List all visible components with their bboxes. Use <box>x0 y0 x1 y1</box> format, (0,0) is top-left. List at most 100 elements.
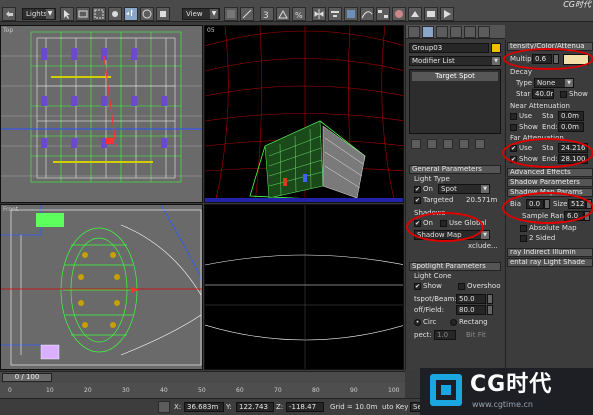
exclude-button[interactable]: xclude... <box>468 242 498 251</box>
pivot-center-icon[interactable] <box>224 7 238 21</box>
timeline-tick: 70 <box>274 387 282 394</box>
near-start-field[interactable]: 0.0m <box>558 111 584 121</box>
window-crossing-icon[interactable] <box>108 7 122 21</box>
modify-tab-icon[interactable] <box>422 26 434 38</box>
select-by-name-icon[interactable] <box>76 7 90 21</box>
quick-render-icon[interactable] <box>440 7 454 21</box>
viewport-front[interactable]: Front <box>0 204 203 370</box>
viewport-top[interactable]: Top <box>0 25 203 203</box>
command-panel: Group03 Modifier List ▼ Target Spot Gener… <box>405 25 505 370</box>
brand-logo-top: CG时代 <box>563 0 591 9</box>
percent-snap-icon[interactable]: % <box>292 7 306 21</box>
falloff-field[interactable]: 80.0 <box>456 305 486 315</box>
viewport-perspective[interactable]: 05 <box>204 25 404 203</box>
viewport-label-perspective[interactable]: 05 <box>207 27 215 34</box>
reference-coordinate-dropdown[interactable]: View ▼ <box>182 8 220 20</box>
rectangle-radio[interactable] <box>450 319 457 326</box>
render-frame-icon[interactable] <box>424 7 438 21</box>
curve-editor-icon[interactable] <box>360 7 374 21</box>
angle-snap-icon[interactable] <box>276 7 290 21</box>
pin-stack-icon[interactable] <box>411 139 421 149</box>
object-color-swatch[interactable] <box>491 43 501 53</box>
z-coord-field[interactable]: -118.47 <box>286 402 324 412</box>
timeline-tick: 100 <box>388 387 400 394</box>
trackbar[interactable]: 0 10 20 30 40 50 60 70 80 90 100 <box>0 383 405 398</box>
falloff-label: off/Field: <box>414 306 444 314</box>
targeted-checkbox[interactable]: ✔ <box>414 197 421 204</box>
decay-type-value: None <box>537 79 556 87</box>
hotspot-spinner[interactable] <box>487 294 493 304</box>
configure-sets-icon[interactable] <box>475 139 485 149</box>
decay-show-checkbox[interactable] <box>560 91 567 98</box>
modifier-list-dropdown[interactable]: Modifier List ▼ <box>409 56 501 66</box>
utilities-tab-icon[interactable] <box>478 26 490 38</box>
top-view-wireframe <box>1 26 202 202</box>
overshoot-label: Overshoo <box>467 282 501 290</box>
light-type-dropdown[interactable]: Spot ▼ <box>438 184 490 194</box>
chevron-down-icon: ▼ <box>492 57 500 65</box>
y-coord-field[interactable]: 122.743 <box>236 402 274 412</box>
overshoot-checkbox[interactable] <box>458 283 465 290</box>
absolute-map-checkbox[interactable] <box>520 225 527 232</box>
mirror-icon[interactable] <box>312 7 326 21</box>
shadow-parameters-rollout[interactable]: Shadow Parameters <box>507 178 593 187</box>
viewport-left[interactable] <box>204 204 404 370</box>
hierarchy-tab-icon[interactable] <box>436 26 448 38</box>
stack-item-target-spot[interactable]: Target Spot <box>412 72 498 81</box>
motion-tab-icon[interactable] <box>450 26 462 38</box>
select-object-icon[interactable] <box>60 7 74 21</box>
lock-selection-icon[interactable] <box>158 401 170 413</box>
rectangle-region-icon[interactable] <box>92 7 106 21</box>
hotspot-field[interactable]: 50.0 <box>456 294 486 304</box>
viewport-label-top[interactable]: Top <box>3 27 13 34</box>
near-show-checkbox[interactable] <box>510 124 517 131</box>
object-name-field[interactable]: Group03 <box>409 43 489 53</box>
render-setup-icon[interactable] <box>408 7 422 21</box>
mental-ray-shader-rollout[interactable]: ental ray Light Shade <box>507 258 593 267</box>
show-cone-checkbox[interactable]: ✔ <box>414 283 421 290</box>
modifier-stack[interactable]: Target Spot <box>409 69 501 134</box>
align-icon[interactable] <box>328 7 342 21</box>
undo-icon[interactable] <box>2 7 16 21</box>
brand-url: www.cgtime.cn <box>472 400 533 409</box>
auto-key-button[interactable]: uto Key <box>382 403 408 412</box>
mental-ray-indirect-rollout[interactable]: ray Indirect Illumin <box>507 248 593 257</box>
falloff-spinner[interactable] <box>487 305 493 315</box>
selection-filter-dropdown[interactable]: Lights ▼ <box>22 8 56 20</box>
layer-manager-icon[interactable] <box>344 7 358 21</box>
near-end-field[interactable]: 0.0m <box>558 122 584 132</box>
chevron-down-icon: ▼ <box>481 231 489 239</box>
near-use-label: Use <box>519 112 533 120</box>
show-end-result-icon[interactable] <box>427 139 437 149</box>
light-parameters-panel: tensity/Color/Attenua Multip 0.6 Decay T… <box>502 40 593 370</box>
x-coord-field[interactable]: 36.683m <box>184 402 224 412</box>
select-rotate-icon[interactable] <box>140 7 154 21</box>
viewport-label-front[interactable]: Front <box>3 206 18 213</box>
advanced-effects-rollout[interactable]: Advanced Effects <box>507 168 593 177</box>
select-scale-icon[interactable] <box>156 7 170 21</box>
create-tab-icon[interactable] <box>408 26 420 38</box>
perspective-render <box>205 26 403 202</box>
spotlight-parameters-rollout[interactable]: Spotlight Parameters <box>409 262 501 271</box>
remove-modifier-icon[interactable] <box>459 139 469 149</box>
make-unique-icon[interactable] <box>443 139 453 149</box>
select-manipulate-icon[interactable] <box>240 7 254 21</box>
schematic-view-icon[interactable] <box>376 7 390 21</box>
decay-type-dropdown[interactable]: None ▼ <box>534 78 574 88</box>
general-parameters-rollout[interactable]: General Parameters <box>409 165 501 174</box>
advanced-effects-title: Advanced Effects <box>510 168 571 176</box>
decay-start-field[interactable]: 40.0m <box>532 89 554 99</box>
two-sided-checkbox[interactable] <box>520 235 527 242</box>
modifier-list-label: Modifier List <box>412 57 455 65</box>
snap-toggle-icon[interactable]: 3 <box>260 7 274 21</box>
circle-radio[interactable]: • <box>414 319 421 326</box>
time-slider[interactable]: 0 / 100 <box>0 371 405 383</box>
select-move-icon[interactable] <box>124 7 138 21</box>
aspect-field[interactable]: 1.0 <box>434 330 456 340</box>
time-slider-thumb[interactable]: 0 / 100 <box>2 373 52 382</box>
display-tab-icon[interactable] <box>464 26 476 38</box>
material-editor-icon[interactable] <box>392 7 406 21</box>
light-on-checkbox[interactable]: ✔ <box>414 186 421 193</box>
bitmap-fit-button[interactable]: Bit Fit <box>466 331 486 340</box>
near-use-checkbox[interactable] <box>510 113 517 120</box>
